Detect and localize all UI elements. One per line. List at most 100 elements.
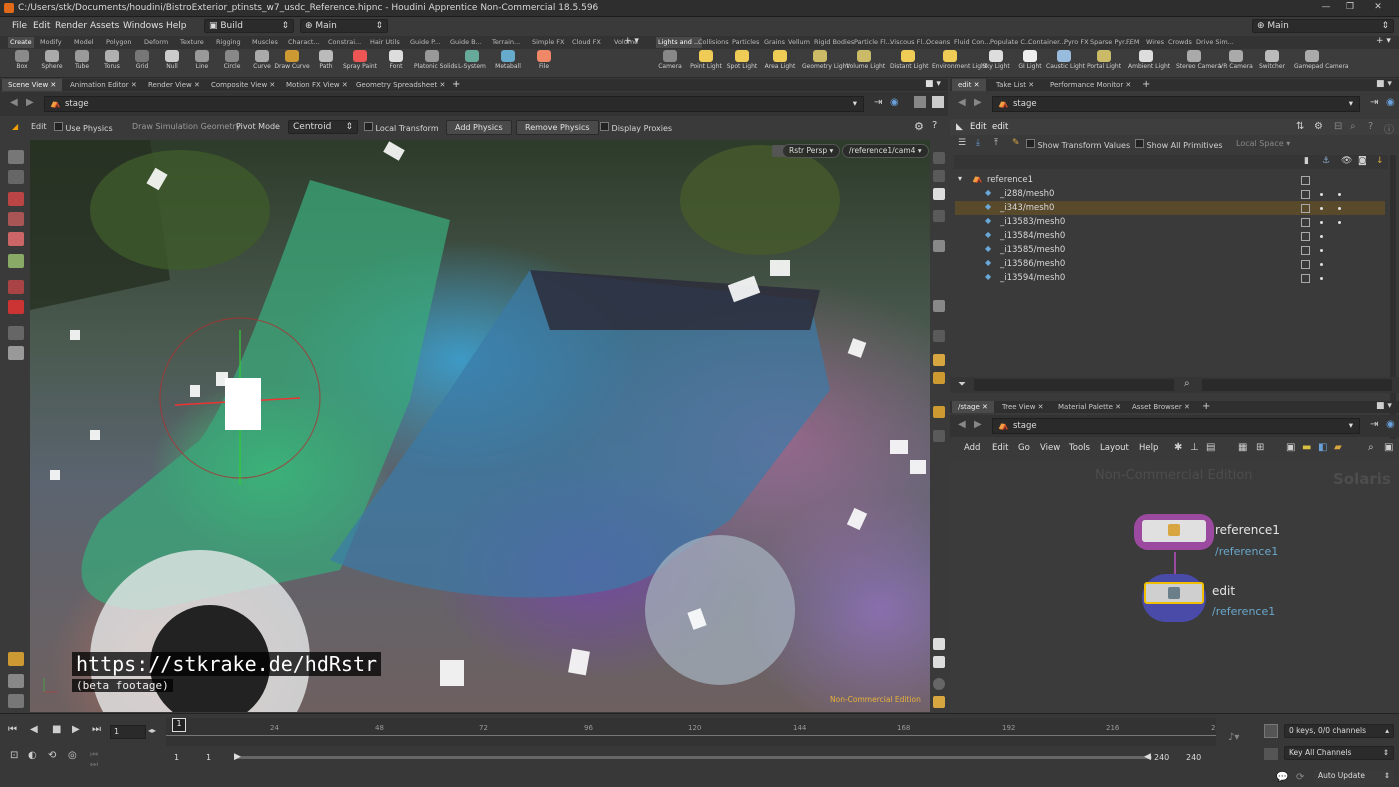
network-menu-view[interactable]: View bbox=[1040, 443, 1060, 453]
visibility-dot[interactable] bbox=[1320, 221, 1323, 224]
link-icon[interactable]: ◉ bbox=[890, 97, 899, 108]
network-menu-help[interactable]: Help bbox=[1139, 443, 1158, 453]
tool-switcher[interactable]: Switcher bbox=[1254, 50, 1290, 77]
remove-physics-button[interactable]: Remove Physics bbox=[516, 120, 599, 135]
audio-icon[interactable]: ♪▾ bbox=[1228, 732, 1239, 743]
camera-tool-icon[interactable] bbox=[8, 652, 24, 666]
menu-file[interactable]: File bbox=[12, 21, 27, 31]
audio-scrub-icon[interactable]: ◐ bbox=[28, 750, 37, 761]
jump-start-icon[interactable]: ⏮ bbox=[8, 724, 17, 735]
filter-input[interactable] bbox=[974, 379, 1174, 391]
pin-pane-icon[interactable]: ⇥ bbox=[1370, 419, 1378, 430]
tree-icon[interactable]: ⤓ bbox=[976, 138, 980, 148]
tool-camera[interactable]: Camera bbox=[652, 50, 688, 77]
shelf-tab-texture[interactable]: Texture bbox=[178, 37, 206, 48]
add-shelf-icon[interactable]: + ▾ bbox=[1376, 36, 1391, 46]
network-menu-go[interactable]: Go bbox=[1018, 443, 1030, 453]
tree-row[interactable]: ◆ _i13586/mesh0 bbox=[955, 257, 1385, 271]
pose-tool-icon[interactable] bbox=[8, 326, 24, 340]
tab-stage[interactable]: /stage ✕ bbox=[952, 401, 994, 413]
sync-icon[interactable]: ◎ bbox=[68, 750, 77, 761]
menu-windows[interactable]: Windows bbox=[123, 21, 163, 31]
tool-spot-light[interactable]: Spot Light bbox=[724, 50, 760, 77]
brush-icon[interactable]: ✎ bbox=[1012, 138, 1020, 148]
scene-viewport[interactable]: Rstr Persp ▾ /reference1/cam4 ▾ https://… bbox=[30, 140, 930, 712]
visibility-dot[interactable] bbox=[1320, 249, 1323, 252]
pin-pane-icon[interactable]: ⇥ bbox=[874, 97, 882, 108]
display-icon[interactable] bbox=[933, 152, 945, 164]
tool-vr-camera[interactable]: VR Camera bbox=[1218, 50, 1254, 77]
shelf-tab-particles[interactable]: Particles bbox=[730, 37, 761, 48]
tool-font[interactable]: Font bbox=[378, 50, 414, 77]
tool-gi-light[interactable]: GI Light bbox=[1012, 50, 1048, 77]
list-view-icon[interactable]: ▤ bbox=[1206, 442, 1215, 453]
local-transform-toggle[interactable]: Local Transform bbox=[364, 122, 439, 133]
add-tab-icon[interactable]: + bbox=[452, 79, 460, 90]
step-back-icon[interactable]: ⏮ ⏭ bbox=[90, 750, 98, 770]
render-region-icon[interactable] bbox=[933, 656, 945, 668]
shelf-tab-rigid-bodies[interactable]: Rigid Bodies bbox=[812, 37, 856, 48]
forward-arrow-icon[interactable]: ▶ bbox=[26, 97, 34, 108]
desktop-select[interactable]: ▣ Build ⇕ bbox=[204, 19, 294, 33]
tool-distant-light[interactable]: Distant Light bbox=[890, 50, 928, 77]
node-edit[interactable] bbox=[1144, 582, 1204, 604]
playback-start[interactable]: 1 bbox=[206, 753, 211, 762]
shelf-tab-pyro-fx[interactable]: Pyro FX bbox=[1062, 37, 1091, 48]
tree-row[interactable]: ◆ _i13583/mesh0 bbox=[955, 215, 1385, 229]
add-shelf-icon[interactable]: + ▾ bbox=[624, 36, 639, 46]
path-field[interactable]: ⛺ stage ▾ bbox=[44, 96, 864, 112]
layout-select[interactable]: ⊕ Main ⇕ bbox=[300, 19, 388, 33]
tool-point-light[interactable]: Point Light bbox=[688, 50, 724, 77]
use-physics-toggle[interactable]: Use Physics bbox=[54, 122, 113, 133]
tab-edit[interactable]: edit ✕ bbox=[952, 79, 986, 91]
light-link-icon[interactable] bbox=[933, 372, 945, 384]
layout-icon[interactable]: ▣ bbox=[1384, 442, 1393, 453]
draw-mode-checkbox[interactable] bbox=[1301, 204, 1310, 213]
update-mode-select[interactable]: Auto Update ⇕ bbox=[1314, 770, 1394, 784]
shelf-tab-cloud-fx[interactable]: Cloud FX bbox=[570, 37, 603, 48]
scenegraph-path-field[interactable]: ⛺ stage ▾ bbox=[992, 96, 1360, 112]
channel-icon[interactable] bbox=[1264, 748, 1278, 760]
tab-tree-view[interactable]: Tree View ✕ bbox=[996, 401, 1050, 413]
back-arrow-icon[interactable]: ◀ bbox=[958, 419, 966, 430]
timeline-track[interactable]: 1 24 48 72 96 120 144 168 192 216 2 bbox=[166, 718, 1216, 746]
camera-display-icon[interactable] bbox=[933, 406, 945, 418]
forward-arrow-icon[interactable]: ▶ bbox=[974, 97, 982, 108]
info-icon[interactable]: ⓘ bbox=[1384, 121, 1394, 136]
network-menu-add[interactable]: Add bbox=[964, 443, 980, 453]
tool-l-system[interactable]: L-System bbox=[454, 50, 490, 77]
tab-performance-monitor[interactable]: Performance Monitor ✕ bbox=[1044, 79, 1137, 91]
range-end[interactable]: 240 bbox=[1186, 753, 1201, 762]
node-reference1[interactable] bbox=[1142, 520, 1206, 542]
tab-motion-fx-view[interactable]: Motion FX View ✕ bbox=[280, 79, 354, 91]
local-space-select[interactable]: Local Space ▾ bbox=[1236, 139, 1290, 148]
grid-icon[interactable] bbox=[933, 696, 945, 708]
draw-mode-checkbox[interactable] bbox=[1301, 274, 1310, 283]
gear-icon[interactable]: ⚙ bbox=[1314, 121, 1323, 132]
pane-menu-icon[interactable]: ■ ▾ bbox=[925, 79, 941, 89]
add-tab-icon[interactable]: + bbox=[1142, 79, 1150, 90]
bg-icon[interactable] bbox=[933, 300, 945, 312]
menu-render[interactable]: Render bbox=[55, 21, 87, 31]
transform-tool-icon[interactable] bbox=[8, 192, 24, 206]
search-icon[interactable]: ⌕ bbox=[1368, 442, 1374, 453]
shelf-tab-collisions[interactable]: Collisions bbox=[696, 37, 731, 48]
shelf-tab-drive-sim[interactable]: Drive Sim... bbox=[1194, 37, 1236, 48]
draw-mode-checkbox[interactable] bbox=[1301, 232, 1310, 241]
shelf-tab-hair-utils[interactable]: Hair Utils bbox=[368, 37, 402, 48]
viewport-icon[interactable] bbox=[914, 96, 926, 108]
tool-spray-paint[interactable]: Spray Paint bbox=[342, 50, 378, 77]
tab-geometry-spreadsheet[interactable]: Geometry Spreadsheet ✕ bbox=[350, 79, 451, 91]
shelf-tab-wires[interactable]: Wires bbox=[1144, 37, 1166, 48]
badge-icon[interactable]: ▣ bbox=[1286, 442, 1295, 453]
tab-composite-view[interactable]: Composite View ✕ bbox=[205, 79, 281, 91]
network-path-field[interactable]: ⛺ stage ▾ bbox=[992, 418, 1360, 434]
menu-help[interactable]: Help bbox=[166, 21, 187, 31]
tool-environment-light[interactable]: Environment Light bbox=[932, 50, 987, 77]
minimize-icon[interactable]: — bbox=[1318, 2, 1334, 14]
shelf-tab-charact[interactable]: Charact... bbox=[286, 37, 322, 48]
shelf-tab-deform[interactable]: Deform bbox=[142, 37, 170, 48]
add-tab-icon[interactable]: + bbox=[1202, 401, 1210, 412]
tree-row[interactable]: ◆ _i343/mesh0 bbox=[955, 201, 1385, 215]
handle-tool-icon[interactable] bbox=[8, 254, 24, 268]
